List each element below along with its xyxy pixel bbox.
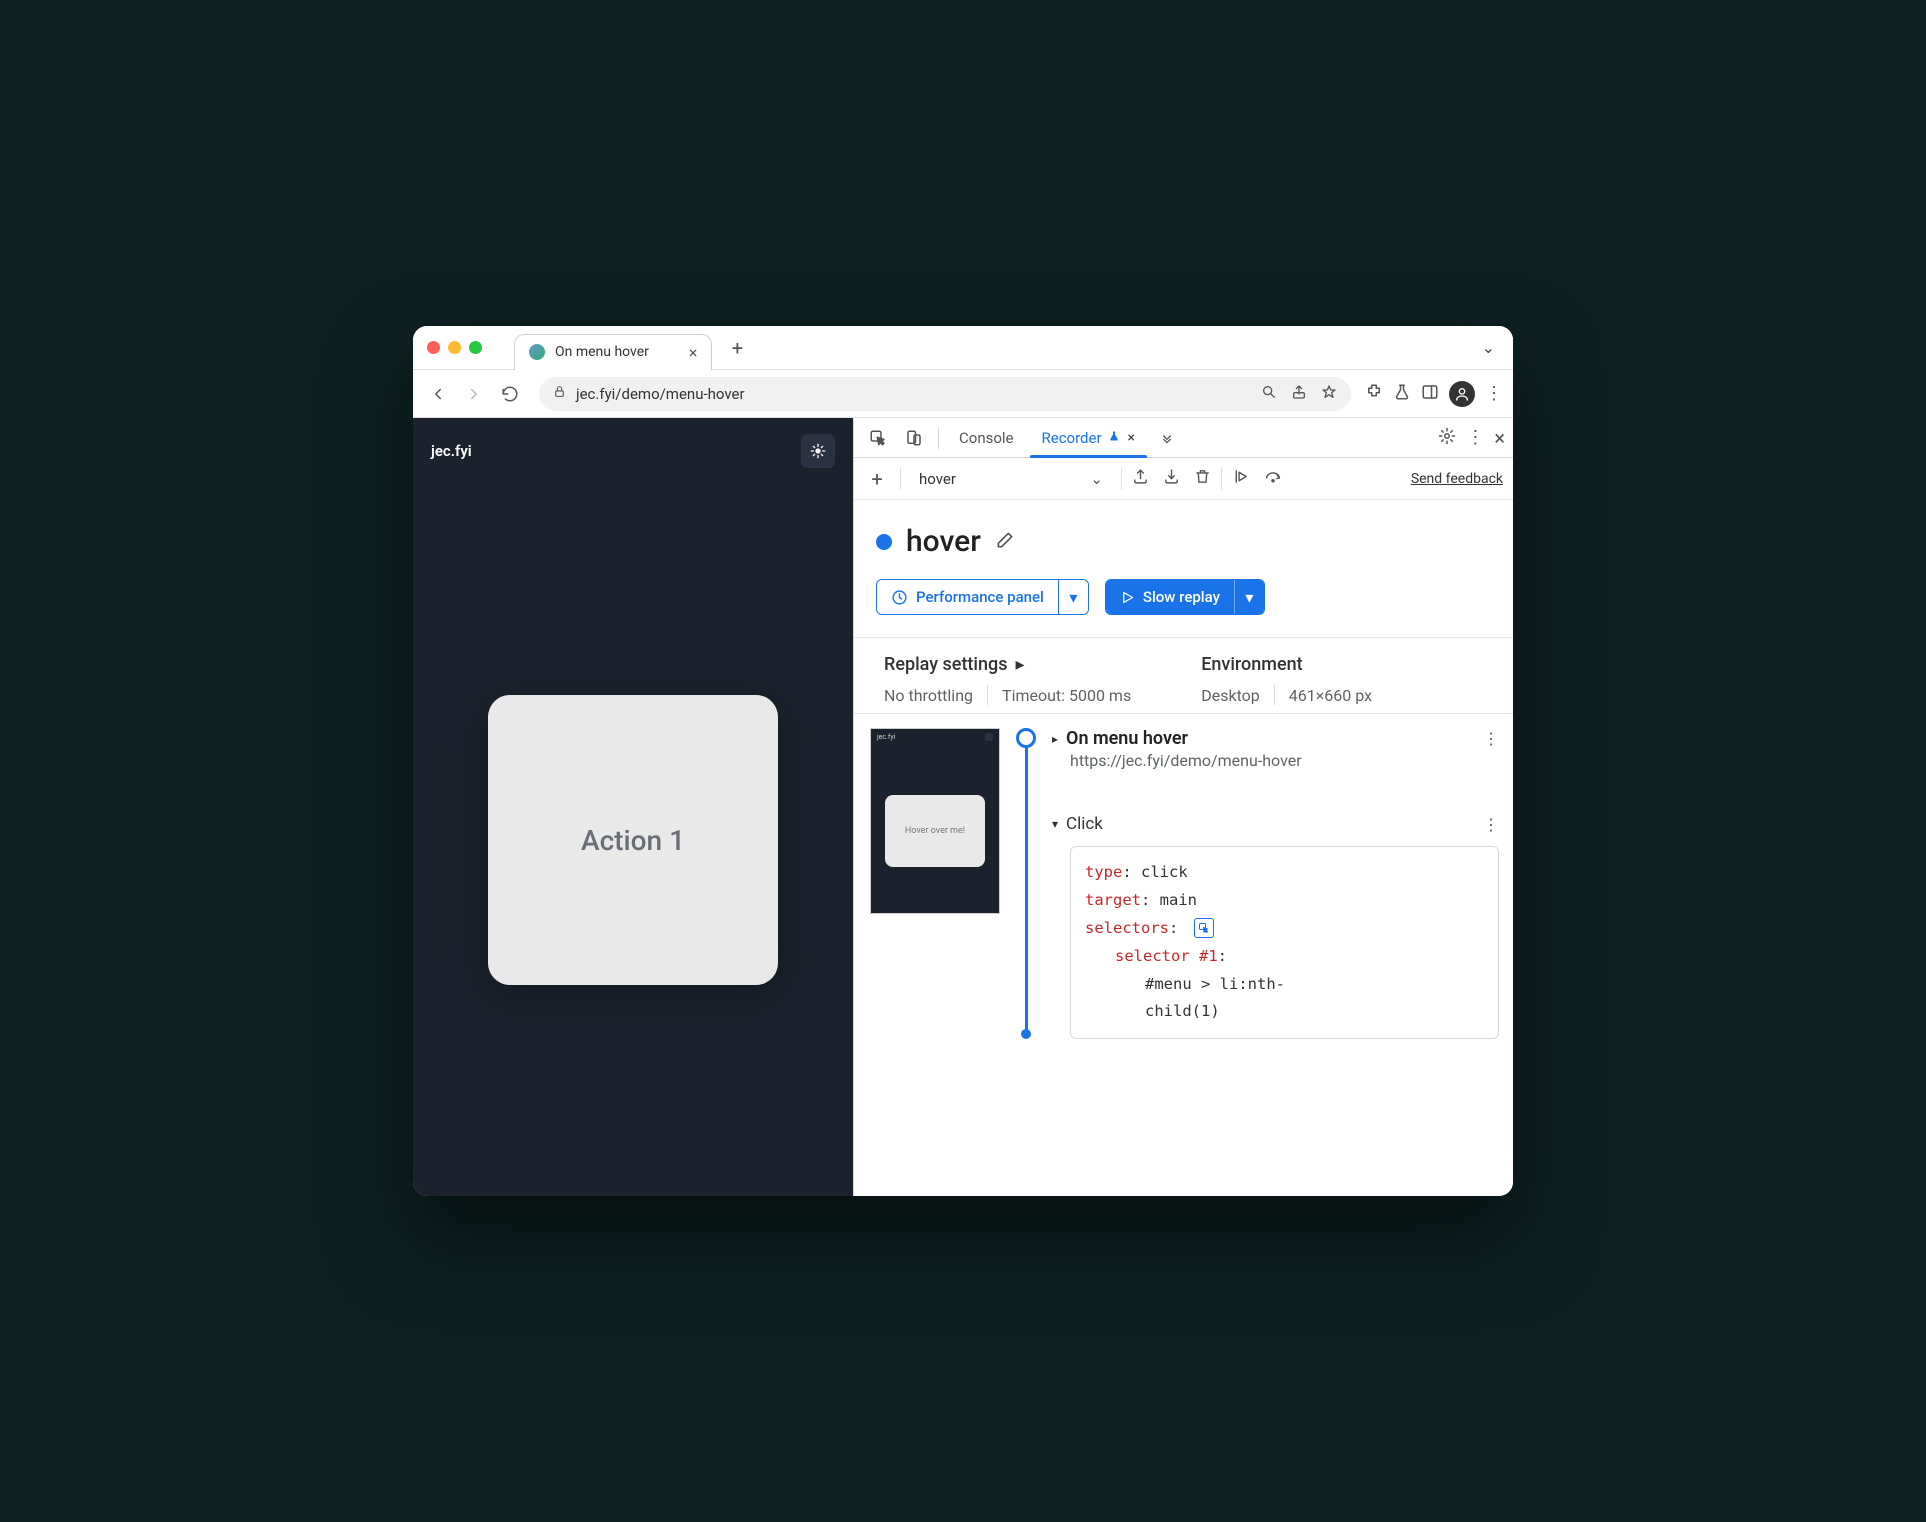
close-tab-button[interactable]: ×: [689, 343, 698, 362]
tabs-dropdown-button[interactable]: ⌄: [1482, 338, 1495, 357]
timeout-value: Timeout: 5000 ms: [1002, 686, 1131, 705]
recording-title: hover: [906, 524, 981, 559]
recorder-body: hover Performance panel ▾: [854, 500, 1513, 1196]
viewport-value: 461×660 px: [1289, 686, 1372, 705]
settings-icon[interactable]: [1438, 427, 1456, 449]
labs-icon[interactable]: [1393, 383, 1411, 405]
edit-title-button[interactable]: [995, 530, 1015, 554]
webpage: jec.fyi Action 1: [413, 418, 853, 1196]
environment-heading: Environment: [1201, 654, 1372, 675]
collapse-step-button[interactable]: ▾: [1052, 817, 1058, 831]
play-step-icon[interactable]: [1232, 468, 1249, 489]
timeline: [1014, 728, 1038, 1039]
performance-panel-button[interactable]: Performance panel ▾: [876, 579, 1089, 615]
recording-select[interactable]: hover ⌄: [911, 470, 1111, 488]
devtools-menu-button[interactable]: ⋮: [1466, 427, 1484, 448]
action-card-label: Action 1: [581, 824, 685, 857]
expand-step-button[interactable]: ▸: [1052, 732, 1058, 746]
address-bar[interactable]: jec.fyi/demo/menu-hover: [539, 377, 1351, 411]
lock-icon: [553, 385, 566, 402]
devtools-tabs: Console Recorder × ⋮ ×: [854, 418, 1513, 458]
step-menu-button[interactable]: ⋮: [1483, 729, 1499, 748]
close-window-button[interactable]: [427, 341, 440, 354]
browser-menu-button[interactable]: ⋮: [1485, 383, 1503, 404]
export-icon[interactable]: [1132, 468, 1149, 489]
site-brand: jec.fyi: [431, 442, 472, 460]
chevron-right-icon: ▸: [1016, 654, 1025, 675]
back-button[interactable]: [423, 379, 453, 409]
replay-dropdown[interactable]: ▾: [1234, 580, 1264, 614]
action-card[interactable]: Action 1: [488, 695, 778, 985]
browser-window: On menu hover × + ⌄ jec.fyi/demo/menu-ho…: [413, 326, 1513, 1196]
step-nav-title: On menu hover: [1066, 728, 1188, 749]
step-thumbnail: jec.fyi Hover over me!: [870, 728, 1000, 914]
recording-status-dot: [876, 534, 892, 550]
maximize-window-button[interactable]: [469, 341, 482, 354]
step-click-title: Click: [1066, 814, 1103, 834]
url-text: jec.fyi/demo/menu-hover: [576, 385, 745, 403]
send-feedback-link[interactable]: Send feedback: [1411, 471, 1503, 487]
inspect-icon[interactable]: [862, 422, 894, 454]
device-toggle-icon[interactable]: [898, 422, 930, 454]
performance-dropdown[interactable]: ▾: [1058, 580, 1088, 614]
extensions-icon[interactable]: [1365, 383, 1383, 405]
close-panel-button[interactable]: ×: [1128, 430, 1135, 446]
side-panel-icon[interactable]: [1421, 383, 1439, 405]
zoom-icon[interactable]: [1261, 384, 1277, 404]
step-over-icon[interactable]: [1263, 468, 1283, 489]
reload-button[interactable]: [495, 379, 525, 409]
close-devtools-button[interactable]: ×: [1494, 426, 1505, 450]
forward-button[interactable]: [459, 379, 489, 409]
new-recording-button[interactable]: +: [864, 466, 890, 492]
tab-recorder[interactable]: Recorder ×: [1030, 418, 1148, 457]
slow-replay-button[interactable]: Slow replay ▾: [1105, 579, 1265, 615]
import-icon[interactable]: [1163, 468, 1180, 489]
profile-button[interactable]: [1449, 381, 1475, 407]
throttling-value: No throttling: [884, 686, 973, 705]
favicon-icon: [529, 344, 545, 360]
browser-tab[interactable]: On menu hover ×: [514, 334, 712, 370]
tab-console[interactable]: Console: [947, 418, 1026, 457]
delete-icon[interactable]: [1194, 468, 1211, 489]
step-code: type: click target: main selectors: sele…: [1070, 846, 1499, 1039]
replay-settings-heading[interactable]: Replay settings ▸: [884, 654, 1131, 675]
recorder-toolbar: + hover ⌄ Send feedback: [854, 458, 1513, 500]
new-tab-button[interactable]: +: [722, 333, 752, 363]
browser-toolbar: jec.fyi/demo/menu-hover ⋮: [413, 370, 1513, 418]
share-icon[interactable]: [1291, 384, 1307, 404]
minimize-window-button[interactable]: [448, 341, 461, 354]
devtools-panel: Console Recorder × ⋮ ×: [853, 418, 1513, 1196]
timeline-start-icon: [1016, 728, 1036, 748]
device-value: Desktop: [1201, 686, 1260, 705]
titlebar: On menu hover × + ⌄: [413, 326, 1513, 370]
step-nav-url: https://jec.fyi/demo/menu-hover: [1070, 751, 1499, 770]
timeline-step-icon: [1021, 1029, 1031, 1039]
step-menu-button[interactable]: ⋮: [1483, 815, 1499, 834]
chevron-down-icon: ⌄: [1090, 470, 1103, 488]
selector-picker-icon[interactable]: [1194, 918, 1214, 938]
theme-toggle-button[interactable]: [801, 434, 835, 468]
thumbnail-card: Hover over me!: [885, 795, 985, 867]
window-controls: [413, 341, 496, 354]
pin-icon: [1108, 430, 1120, 445]
more-tabs-button[interactable]: [1151, 422, 1183, 454]
bookmark-icon[interactable]: [1321, 384, 1337, 404]
tab-title: On menu hover: [555, 344, 649, 360]
